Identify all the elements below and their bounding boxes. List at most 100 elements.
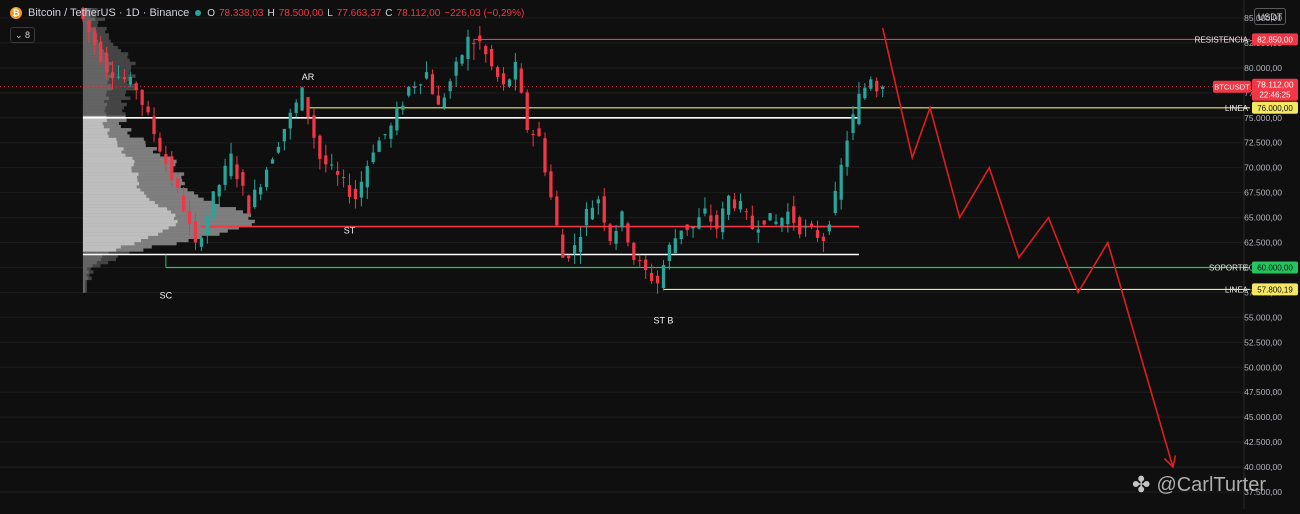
profile-bar-inner bbox=[82, 184, 137, 189]
y-tick-label: 75.000,00 bbox=[1244, 113, 1282, 123]
profile-bar-inner bbox=[82, 232, 159, 236]
candle-body bbox=[294, 102, 298, 114]
annotation-label: ST bbox=[344, 226, 356, 236]
profile-bar-inner bbox=[82, 143, 118, 148]
candle-body bbox=[608, 224, 612, 242]
profile-bar-inner bbox=[82, 216, 174, 221]
candle-body bbox=[495, 67, 500, 77]
level-price-label: 76.000,00 bbox=[1257, 104, 1293, 113]
candle bbox=[774, 214, 778, 226]
candle bbox=[786, 203, 790, 233]
candle-body bbox=[792, 206, 796, 223]
countdown-label: 22:46:25 bbox=[1259, 91, 1291, 100]
forecast-line bbox=[881, 27, 1174, 468]
candle bbox=[590, 200, 595, 221]
candle bbox=[869, 76, 873, 91]
candle bbox=[389, 122, 393, 148]
candle-body bbox=[744, 211, 749, 213]
candle bbox=[306, 96, 310, 125]
candle bbox=[827, 220, 831, 236]
profile-bar-inner bbox=[82, 137, 117, 142]
candle-body bbox=[401, 105, 405, 110]
candle bbox=[259, 183, 263, 201]
candle-body bbox=[264, 169, 269, 188]
candle-body bbox=[845, 140, 849, 167]
candle bbox=[282, 128, 286, 151]
candle-body bbox=[815, 230, 820, 238]
profile-bar-inner bbox=[82, 109, 105, 113]
candle-body bbox=[306, 97, 310, 118]
currency-button[interactable]: USDT bbox=[1254, 8, 1286, 25]
candle-body bbox=[276, 146, 281, 153]
ohlc-low-key: L bbox=[327, 7, 333, 19]
annotation-label: SC bbox=[160, 290, 173, 300]
candle bbox=[744, 208, 749, 220]
candle bbox=[596, 195, 600, 215]
candle bbox=[318, 134, 322, 170]
profile-bar-inner bbox=[82, 124, 104, 129]
profile-bar-inner bbox=[82, 222, 176, 227]
bitcoin-icon: ₿ bbox=[10, 7, 22, 19]
candle-body bbox=[655, 275, 660, 284]
candle-body bbox=[501, 73, 506, 85]
candle bbox=[158, 132, 162, 153]
candle bbox=[602, 188, 606, 232]
profile-bar-inner bbox=[82, 188, 141, 192]
candle bbox=[815, 220, 820, 242]
candle-body bbox=[513, 61, 518, 80]
candle-body bbox=[525, 92, 529, 130]
candle-body bbox=[798, 217, 802, 235]
profile-bar-inner bbox=[82, 153, 126, 157]
candle-body bbox=[318, 135, 322, 159]
candle-body bbox=[116, 76, 121, 78]
profile-bar-inner bbox=[82, 77, 110, 81]
candle-body bbox=[359, 181, 363, 198]
candle-body bbox=[809, 223, 814, 228]
profile-bar-inner bbox=[82, 286, 86, 290]
ohlc-open-key: O bbox=[207, 7, 215, 19]
candle bbox=[495, 65, 500, 82]
candle bbox=[430, 69, 435, 95]
symbol-title[interactable]: Bitcoin / TetherUS · 1D · Binance bbox=[28, 7, 189, 19]
candle bbox=[649, 263, 654, 284]
candle-body bbox=[851, 114, 855, 134]
profile-bar-inner bbox=[82, 166, 132, 170]
candle bbox=[253, 179, 257, 209]
candle-body bbox=[821, 236, 826, 242]
level-label: LINEA bbox=[1225, 104, 1249, 113]
candle bbox=[721, 201, 725, 240]
candle-body bbox=[122, 76, 127, 80]
candle bbox=[490, 44, 494, 71]
indicators-toggle[interactable]: ⌄ 8 bbox=[10, 27, 36, 43]
candle-body bbox=[442, 97, 446, 108]
candle-body bbox=[584, 209, 589, 226]
profile-bar-inner bbox=[82, 229, 163, 233]
y-tick-label: 70.000,00 bbox=[1244, 163, 1282, 173]
candle bbox=[413, 81, 417, 95]
candle bbox=[501, 66, 506, 91]
chart-canvas[interactable]: ARSTSCST B 85.000,0082.500,0080.000,0077… bbox=[0, 0, 1300, 509]
candle-body bbox=[786, 211, 790, 225]
candle bbox=[703, 197, 707, 217]
candle-body bbox=[614, 230, 618, 244]
price-chart[interactable]: ARSTSCST B 85.000,0082.500,0080.000,0077… bbox=[0, 0, 1300, 509]
candle-body bbox=[389, 125, 393, 139]
candle bbox=[478, 26, 482, 50]
candle-body bbox=[578, 236, 583, 253]
candle-body bbox=[661, 265, 666, 288]
ohlc-open: 78.338,03 bbox=[218, 7, 264, 19]
candle-body bbox=[472, 43, 476, 45]
candle-body bbox=[347, 185, 352, 197]
candle bbox=[294, 99, 298, 118]
candle-body bbox=[430, 74, 435, 95]
profile-bar-inner bbox=[82, 128, 110, 132]
candle-body bbox=[199, 237, 204, 247]
candle-body bbox=[336, 171, 340, 175]
profile-bar-inner bbox=[82, 96, 110, 100]
candle bbox=[620, 210, 624, 232]
profile-bar-inner bbox=[82, 140, 118, 145]
candle bbox=[667, 242, 672, 270]
level-price-label: 82.850,00 bbox=[1257, 35, 1293, 44]
candle-body bbox=[407, 86, 411, 96]
candle-body bbox=[466, 36, 470, 60]
